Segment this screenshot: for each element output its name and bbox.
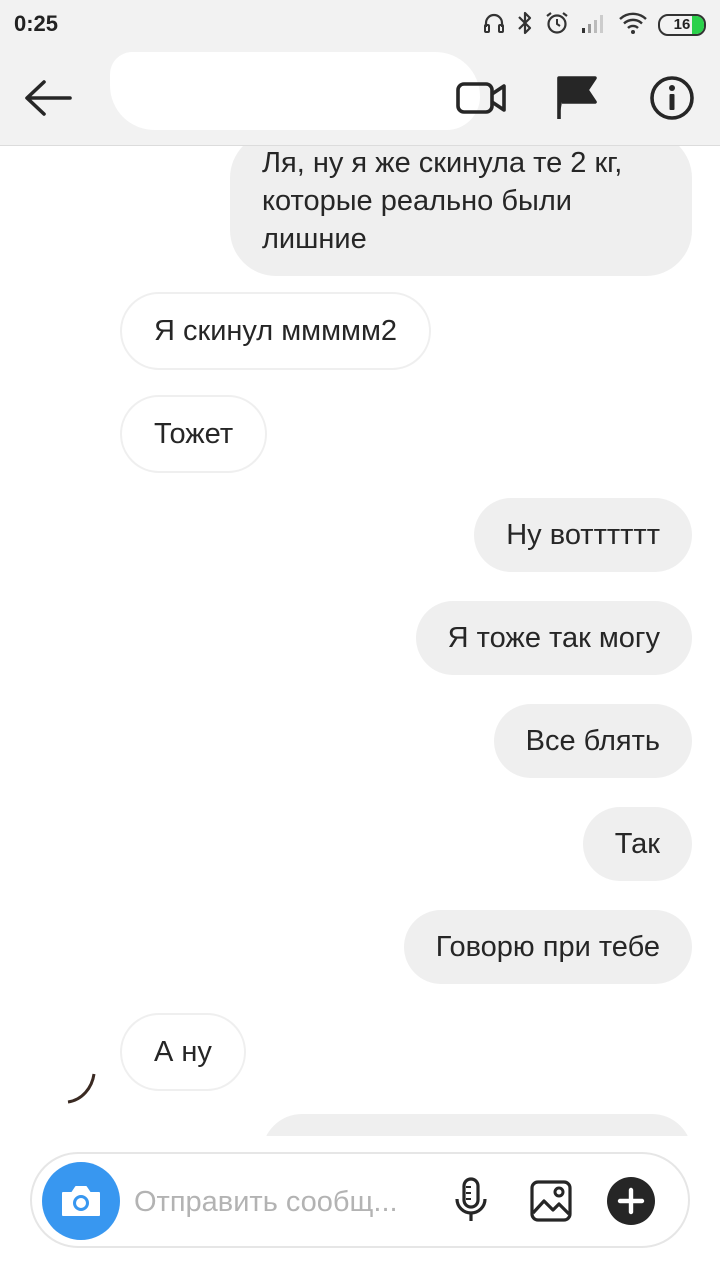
message-bubble-outgoing[interactable]: Я тоже так могу — [415, 601, 692, 675]
flag-icon — [557, 76, 597, 119]
message-bubble-outgoing[interactable]: Ну вотттттт — [474, 498, 692, 572]
gallery-icon — [530, 1180, 572, 1222]
message-bubble-incoming[interactable]: А ну — [120, 1013, 246, 1091]
message-input[interactable] — [134, 1182, 424, 1222]
report-button[interactable] — [550, 72, 602, 124]
info-icon — [650, 76, 694, 120]
microphone-icon — [455, 1177, 487, 1221]
message-bubble-outgoing-partial[interactable] — [262, 1114, 692, 1136]
info-button[interactable] — [646, 72, 698, 124]
message-bubble-outgoing[interactable]: Все блять — [493, 704, 692, 778]
message-bubble-incoming[interactable]: Я скинул ммммм2 — [120, 292, 432, 370]
status-bar: 0:25 16 — [0, 0, 720, 50]
message-bubble-outgoing[interactable]: Ля, ну я же скинула те 2 кг, которые реа… — [230, 146, 692, 276]
plus-icon — [607, 1177, 655, 1225]
message-bubble-incoming[interactable]: Тожет — [120, 395, 268, 473]
battery-icon: 16 — [658, 14, 706, 36]
chat-user-info[interactable]: В сети — [110, 52, 480, 138]
more-actions-button[interactable] — [606, 1176, 656, 1226]
alarm-icon — [544, 10, 570, 41]
video-call-button[interactable] — [456, 72, 508, 124]
status-time: 0:25 — [14, 11, 59, 36]
video-call-icon — [456, 82, 506, 114]
chat-header: В сети — [0, 50, 720, 146]
signal-icon — [580, 12, 608, 39]
back-arrow-icon — [25, 80, 72, 116]
message-composer — [30, 1152, 690, 1248]
voice-message-button[interactable] — [446, 1176, 496, 1226]
camera-button[interactable] — [42, 1162, 120, 1240]
headphones-icon — [482, 11, 506, 40]
battery-level: 16 — [673, 16, 691, 33]
status-icons: 16 — [482, 10, 706, 40]
back-button[interactable] — [20, 72, 76, 124]
gallery-button[interactable] — [526, 1176, 576, 1226]
camera-icon — [62, 1186, 100, 1216]
redaction-mark — [110, 52, 480, 130]
avatar — [67, 1073, 96, 1104]
message-bubble-outgoing[interactable]: Говорю при тебе — [403, 910, 692, 984]
message-thread[interactable]: Ля, ну я же скинула те 2 кг, которые реа… — [0, 146, 720, 1136]
bluetooth-icon — [516, 10, 534, 41]
wifi-icon — [618, 11, 648, 40]
message-bubble-outgoing[interactable]: Так — [582, 807, 692, 881]
